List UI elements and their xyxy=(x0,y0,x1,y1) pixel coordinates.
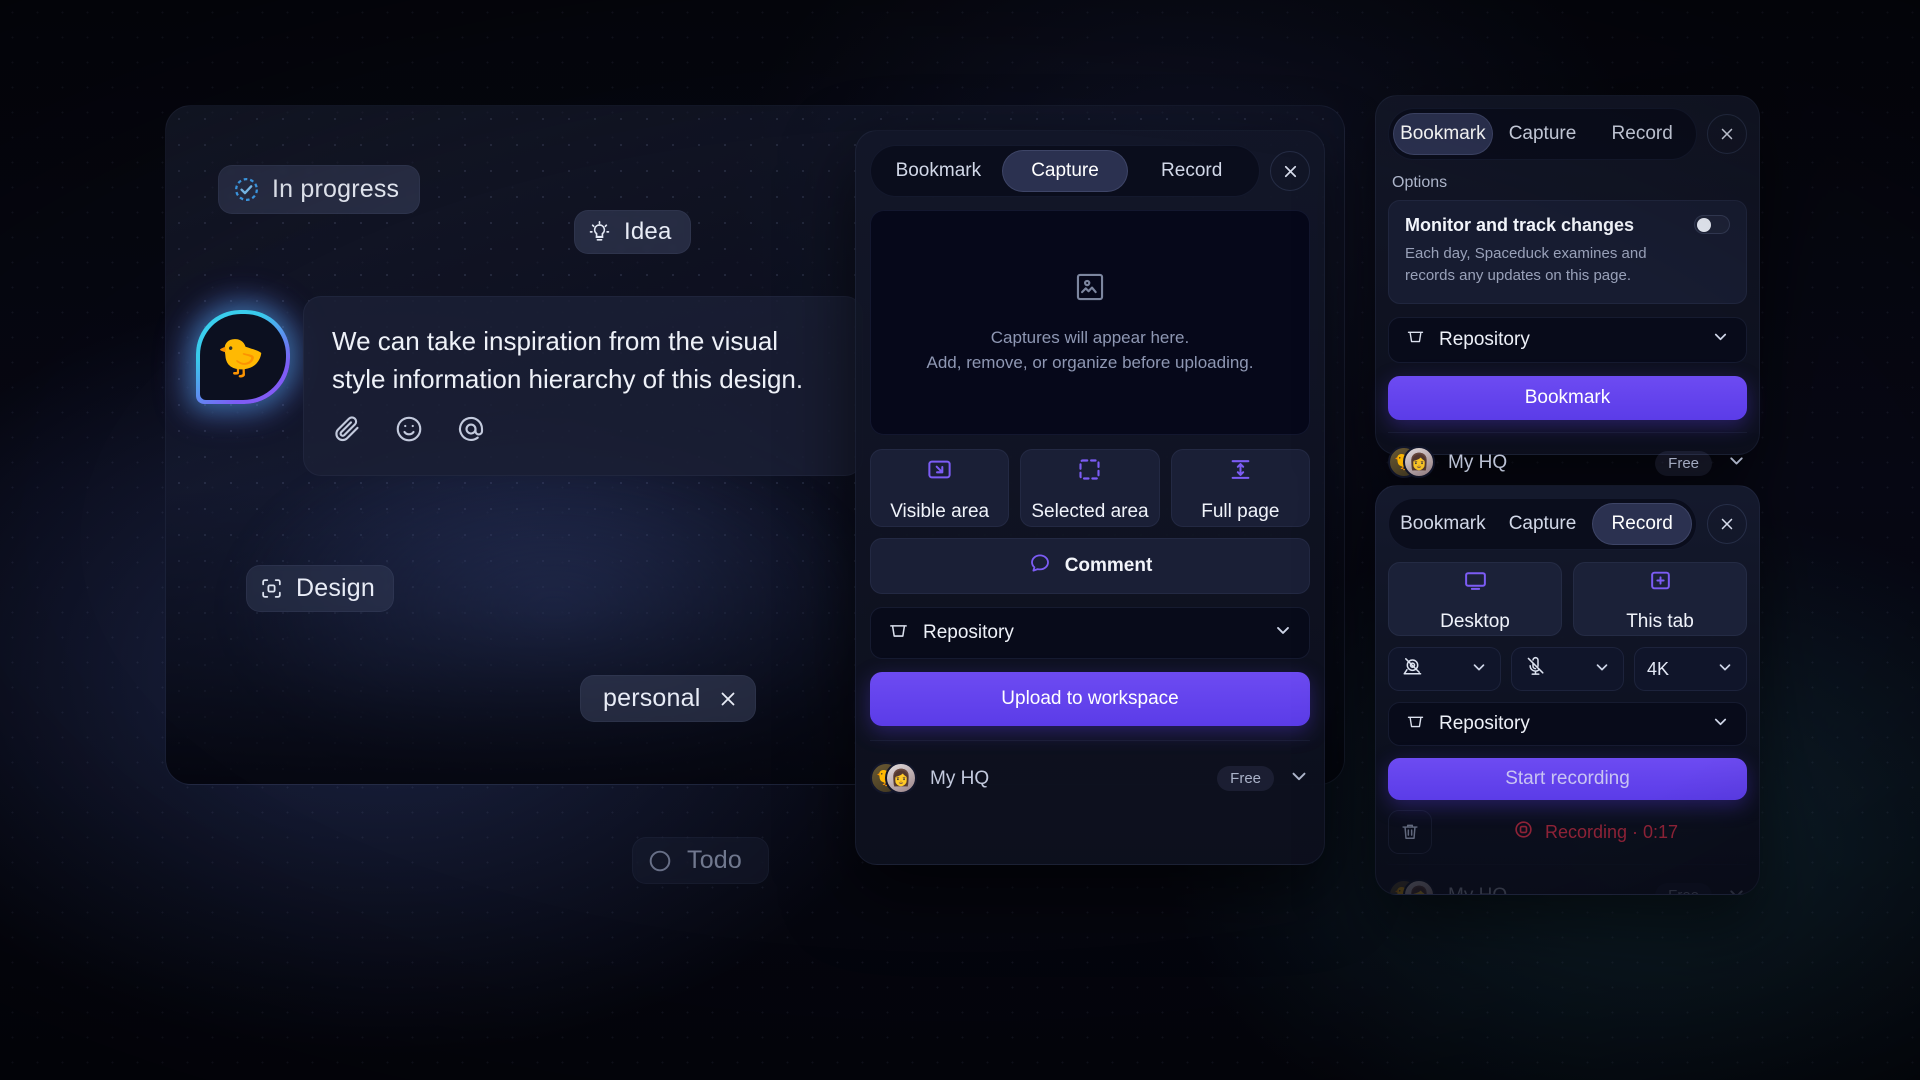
vignette-overlay xyxy=(0,0,1920,1080)
app-background: In progress Idea Design personal xyxy=(0,0,1920,1080)
